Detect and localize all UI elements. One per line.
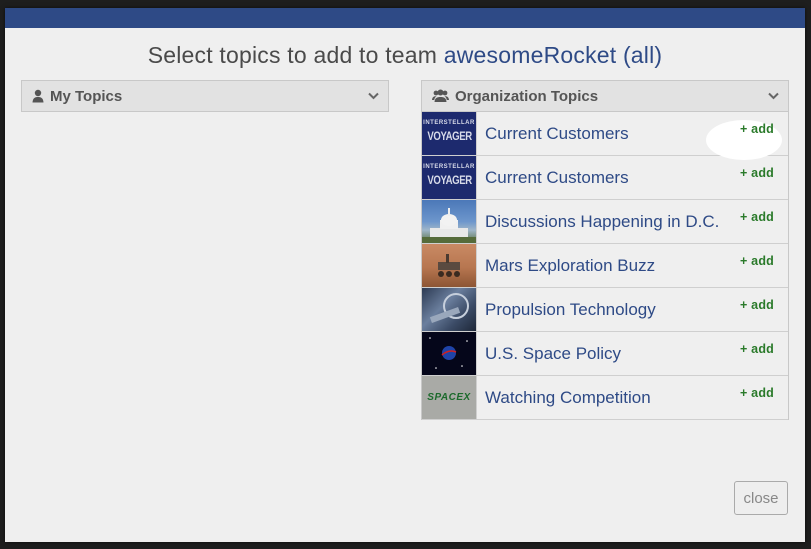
my-topics-dropdown[interactable]: My Topics (21, 80, 389, 112)
chevron-down-icon (366, 89, 380, 103)
add-topic-button[interactable]: + add (706, 120, 782, 160)
close-button[interactable]: close (734, 481, 788, 515)
organization-topics-dropdown[interactable]: Organization Topics (421, 80, 789, 112)
add-topic-button[interactable]: + add (740, 210, 774, 224)
my-topics-label: My Topics (50, 87, 123, 105)
list-item: Propulsion Technology + add (422, 288, 788, 332)
select-topics-modal: Select topics to add to team awesomeRock… (5, 8, 805, 542)
topic-thumbnail: INTERSTELLAR VOYAGER (422, 112, 477, 155)
add-topic-button[interactable]: + add (740, 166, 774, 180)
list-item: Mars Exploration Buzz + add (422, 244, 788, 288)
add-topic-button[interactable]: + add (740, 342, 774, 356)
add-topic-button[interactable]: + add (740, 298, 774, 312)
list-item: INTERSTELLAR VOYAGER Current Customers +… (422, 112, 788, 160)
users-icon (432, 89, 449, 103)
team-name: awesomeRocket (all) (443, 42, 663, 68)
organization-topics-list: INTERSTELLAR VOYAGER Current Customers +… (421, 112, 789, 420)
spacex-logo-icon: SPACEX (427, 392, 471, 403)
chevron-down-icon (766, 89, 780, 103)
thumbnail-text: INTERSTELLAR (423, 164, 475, 170)
thumbnail-text: INTERSTELLAR (423, 120, 475, 126)
add-topic-button[interactable]: + add (740, 386, 774, 400)
list-item: SPACEX Watching Competition + add (422, 376, 788, 420)
modal-title-prefix: Select topics to add to team (147, 42, 438, 68)
topic-thumbnail (422, 288, 477, 331)
topic-thumbnail (422, 200, 477, 243)
topic-thumbnail: SPACEX (422, 376, 477, 419)
list-item: U.S. Space Policy + add (422, 332, 788, 376)
thumbnail-text: VOYAGER (427, 173, 472, 187)
user-icon (32, 89, 44, 103)
list-item: INTERSTELLAR VOYAGER Current Customers +… (422, 156, 788, 200)
topic-thumbnail: INTERSTELLAR VOYAGER (422, 156, 477, 199)
modal-title: Select topics to add to team awesomeRock… (5, 42, 805, 69)
add-topic-button[interactable]: + add (740, 254, 774, 268)
topic-thumbnail (422, 332, 477, 375)
list-item: Discussions Happening in D.C. + add (422, 200, 788, 244)
topic-thumbnail (422, 244, 477, 287)
thumbnail-text: VOYAGER (427, 129, 472, 143)
modal-header-bar (5, 8, 805, 28)
organization-topics-label: Organization Topics (455, 87, 599, 105)
add-label: + add (740, 122, 774, 136)
